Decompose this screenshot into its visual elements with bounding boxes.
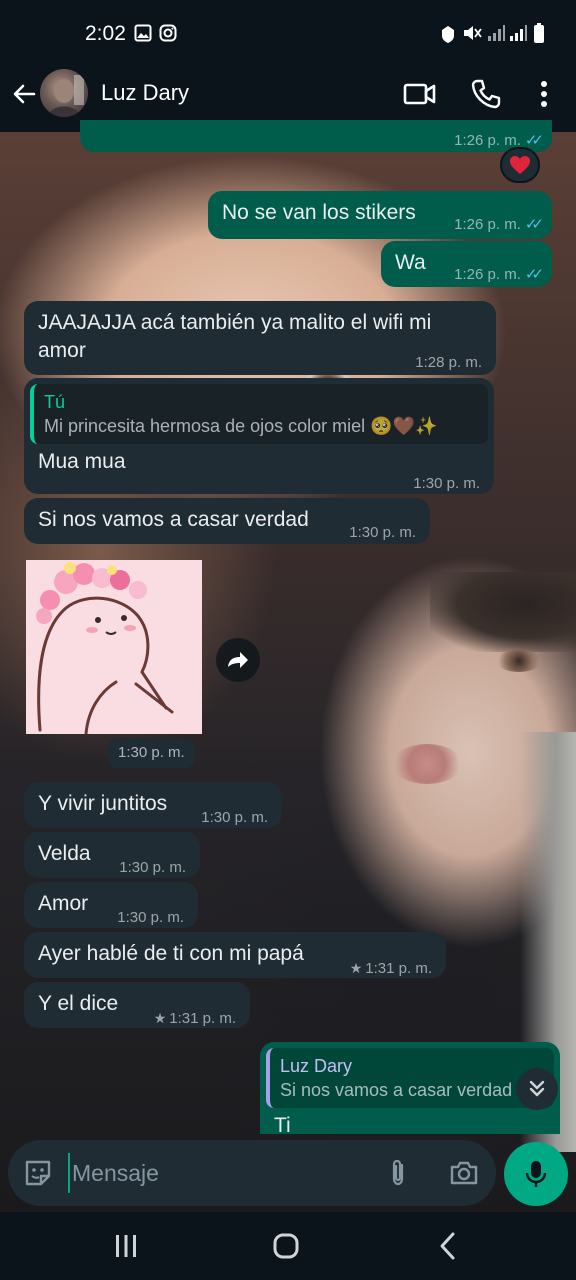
quoted-message[interactable]: Luz Dary Si nos vamos a casar verdad — [266, 1048, 554, 1108]
message-input[interactable] — [68, 1153, 368, 1193]
message-time: 1:30 p. m. — [119, 859, 186, 876]
starred-icon: ★ — [349, 960, 363, 976]
reaction-heart[interactable] — [500, 147, 540, 183]
mute-icon — [464, 26, 482, 40]
forward-button[interactable] — [216, 638, 260, 682]
message-bubble[interactable]: JAAJAJJA acá también ya malito el wifi m… — [24, 301, 496, 375]
message-bubble[interactable]: Luz Dary Si nos vamos a casar verdad Ti — [260, 1042, 560, 1134]
message-text: Y el dice — [38, 992, 119, 1015]
message-bubble[interactable]: Si nos vamos a casar verdad 1:30 p. m. — [24, 498, 430, 544]
message-bubble[interactable]: Ayer hablé de ti con mi papá ★ 1:31 p. m. — [24, 932, 446, 978]
message-time: 1:31 p. m. — [169, 1010, 236, 1027]
instagram-icon — [159, 24, 177, 42]
message-time: 1:30 p. m. — [201, 809, 268, 826]
system-nav-bar — [0, 1212, 576, 1280]
message-bubble[interactable]: Tú Mi princesita hermosa de ojos color m… — [24, 378, 494, 494]
message-bubble[interactable]: Y el dice ★ 1:31 p. m. — [24, 982, 250, 1028]
quote-text: Si nos vamos a casar verdad — [280, 1080, 513, 1100]
status-time: 2:02 — [85, 22, 126, 45]
message-bubble[interactable]: Y vivir juntitos 1:30 p. m. — [24, 782, 282, 828]
nav-back-icon[interactable] — [428, 1230, 468, 1262]
signal-icon-1 — [488, 25, 505, 41]
message-time: 1:28 p. m. — [415, 354, 482, 371]
back-arrow-icon[interactable] — [8, 78, 40, 110]
sticker-time: 1:30 p. m. — [108, 738, 195, 768]
signal-icon-2 — [510, 25, 527, 41]
mic-icon — [525, 1161, 547, 1187]
message-time: 1:26 p. m. — [454, 216, 521, 233]
message-time: 1:31 p. m. — [365, 960, 432, 977]
read-ticks-icon: ✓✓ — [524, 216, 544, 233]
quote-text: Mi princesita hermosa de ojos color miel… — [44, 416, 438, 436]
starred-icon: ★ — [153, 1010, 167, 1026]
scroll-to-bottom-button[interactable] — [516, 1068, 558, 1110]
message-text: Amor — [38, 892, 89, 915]
quote-author: Luz Dary — [280, 1056, 353, 1076]
read-ticks-icon: ✓✓ — [524, 132, 544, 149]
message-text: Si nos vamos a casar verdad — [38, 508, 309, 531]
background-photo-lips — [392, 744, 462, 784]
message-text: No se van los stikers — [222, 201, 416, 224]
message-text: Ayer hablé de ti con mi papá — [38, 942, 304, 965]
message-time: 1:26 p. m. — [454, 266, 521, 283]
message-text: Ti — [274, 1114, 291, 1134]
video-call-icon[interactable] — [402, 76, 438, 112]
message-text: Velda — [38, 842, 91, 865]
background-photo-hair — [430, 572, 576, 652]
message-time: 1:30 p. m. — [117, 909, 184, 926]
read-ticks-icon: ✓✓ — [524, 266, 544, 283]
more-vert-icon[interactable] — [526, 76, 562, 112]
chevron-double-down-icon — [529, 1080, 545, 1097]
message-text-line-1: JAAJAJJA acá también ya malito el wifi m… — [38, 311, 432, 334]
status-bar: 2:02 — [0, 0, 576, 64]
battery-icon — [534, 23, 544, 43]
message-bubble[interactable]: Amor 1:30 p. m. — [24, 882, 198, 928]
contact-name[interactable]: Luz Dary — [101, 80, 189, 106]
phone-icon[interactable] — [468, 76, 504, 112]
message-text: Y vivir juntitos — [38, 792, 168, 815]
battery-saver-icon — [442, 26, 454, 43]
home-icon[interactable] — [266, 1230, 306, 1262]
message-time: 1:26 p. m. — [454, 132, 521, 149]
message-bubble[interactable]: No se van los stikers 1:26 p. m. ✓✓ — [208, 191, 552, 239]
mic-button[interactable] — [504, 1142, 568, 1206]
forward-icon — [226, 652, 248, 668]
message-composer — [8, 1140, 496, 1206]
message-time: 1:30 p. m. — [413, 475, 480, 492]
recent-apps-icon[interactable] — [106, 1230, 146, 1262]
message-time: 1:30 p. m. — [349, 524, 416, 541]
message-bubble[interactable]: Velda 1:30 p. m. — [24, 832, 200, 878]
message-text: Wa — [395, 251, 426, 274]
camera-icon[interactable] — [448, 1157, 480, 1189]
attach-icon[interactable] — [382, 1157, 414, 1189]
message-bubble[interactable]: Wa 1:26 p. m. ✓✓ — [381, 241, 552, 287]
gallery-icon — [134, 24, 152, 42]
sticker-image[interactable] — [26, 560, 202, 734]
heart-icon — [510, 156, 530, 174]
avatar[interactable] — [40, 69, 88, 117]
quoted-message[interactable]: Tú Mi princesita hermosa de ojos color m… — [30, 384, 488, 444]
message-bubble-partial[interactable]: 1:26 p. m. ✓✓ — [80, 120, 552, 152]
quote-author: Tú — [44, 392, 66, 412]
background-photo-eye-2 — [496, 650, 542, 672]
sticker-icon[interactable] — [22, 1157, 54, 1189]
